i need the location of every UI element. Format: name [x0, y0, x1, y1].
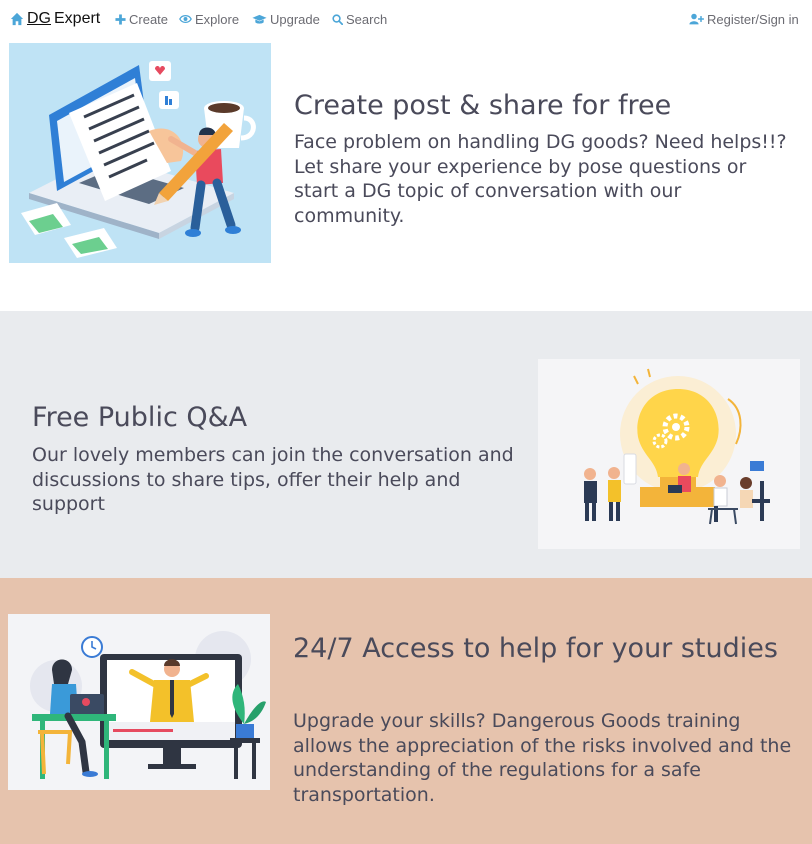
feature-section-access-help: 24/7 Access to help for your studies Upg… [0, 578, 812, 844]
team-lightbulb-ideas-illustration [538, 359, 800, 549]
nav-upgrade-label: Upgrade [270, 11, 320, 27]
nav-explore-label: Explore [195, 11, 240, 27]
user-plus-icon [689, 13, 704, 25]
nav-explore-link[interactable]: Explore [179, 11, 239, 27]
brand-name-expert: Expert [54, 10, 101, 27]
register-signin-label: Register/Sign in [707, 11, 799, 27]
nav-upgrade-link[interactable]: Upgrade [252, 11, 320, 27]
graduation-cap-icon [252, 14, 267, 24]
section-title: Create post & share for free [294, 90, 672, 121]
nav-create-link[interactable]: Create [115, 11, 168, 27]
section-description: Upgrade your skills? Dangerous Goods tra… [293, 710, 792, 806]
brand-link[interactable]: DG Expert [10, 9, 100, 29]
brand-name-dg: DG [27, 10, 51, 27]
nav-create-label: Create [129, 11, 169, 27]
section-description: Face problem on handling DG goods? Need … [294, 131, 787, 227]
section-title: Free Public Q&A [32, 402, 248, 433]
section-title: 24/7 Access to help for your studies [293, 633, 778, 664]
top-navbar: DGExpert Create Explore Upgrade Search [0, 0, 812, 38]
eye-icon [179, 15, 192, 23]
home-icon [10, 12, 24, 26]
feature-section-public-qa: Free Public Q&A Our lovely members can j… [0, 311, 812, 578]
nav-search-link[interactable]: Search [332, 11, 387, 27]
person-writing-document-on-laptop-illustration [9, 43, 271, 263]
nav-search-label: Search [346, 11, 388, 27]
search-icon [332, 13, 343, 25]
register-signin-link[interactable]: Register/Sign in [689, 11, 799, 27]
plus-icon [115, 13, 126, 25]
section-description: Our lovely members can join the conversa… [32, 444, 514, 515]
online-video-lesson-illustration [8, 614, 270, 790]
feature-section-create-post: Create post & share for free Face proble… [0, 38, 812, 310]
